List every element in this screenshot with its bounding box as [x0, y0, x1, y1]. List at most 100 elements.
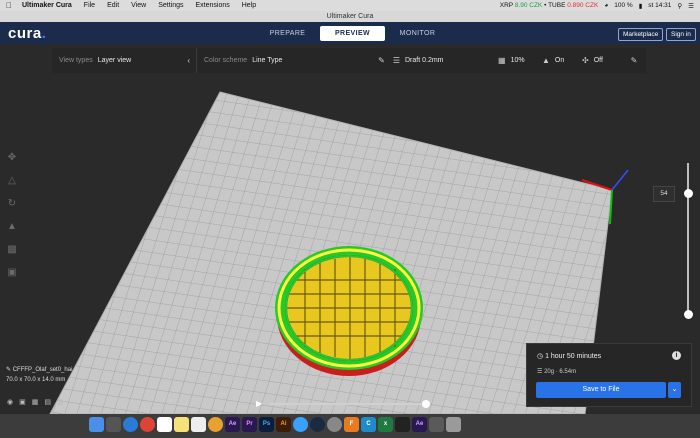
cura-dock-icon[interactable]: C: [361, 417, 376, 432]
apple-icon[interactable]: : [6, 1, 16, 10]
wifi-icon[interactable]: ◕: [604, 2, 608, 9]
color-scheme-label: Color scheme: [204, 57, 248, 64]
profile-selector[interactable]: Draft 0.2mm: [400, 48, 498, 73]
support-setting[interactable]: ▲ On: [542, 48, 582, 73]
edit-settings-icon[interactable]: ✎: [631, 56, 638, 65]
ticker-separator: •: [544, 2, 547, 9]
notes-icon[interactable]: [174, 417, 189, 432]
simulation-bar: ▶: [256, 399, 431, 408]
view-top-icon[interactable]: ▦: [32, 398, 39, 406]
view-right-icon[interactable]: ▥: [57, 398, 64, 406]
support-blocker-icon[interactable]: ▣: [5, 267, 19, 284]
layer-number-input[interactable]: 54: [653, 186, 675, 202]
cura-logo: cura.: [8, 25, 46, 42]
settings-edit[interactable]: ✎: [622, 48, 646, 73]
fusion-icon[interactable]: F: [344, 417, 359, 432]
finder-icon[interactable]: [89, 417, 104, 432]
chevron-left-icon[interactable]: ‹: [187, 56, 190, 65]
chrome-icon[interactable]: [140, 417, 155, 432]
control-center-icon[interactable]: ☰: [688, 2, 694, 10]
infill-setting[interactable]: ▦ 10%: [498, 48, 542, 73]
view-types-value: Layer view: [97, 57, 132, 64]
logo-text: cura: [8, 25, 42, 42]
menu-app-name[interactable]: Ultimaker Cura: [22, 2, 72, 9]
view-left-icon[interactable]: ▤: [44, 398, 51, 406]
info-icon[interactable]: i: [672, 351, 681, 360]
play-icon[interactable]: ▶: [256, 399, 262, 408]
reminders-icon[interactable]: [191, 417, 206, 432]
tab-preview[interactable]: PREVIEW: [320, 26, 385, 41]
mirror-tool-icon[interactable]: ▲: [5, 221, 19, 238]
per-model-settings-icon[interactable]: ▩: [5, 244, 19, 261]
photoshop-icon[interactable]: Ps: [259, 417, 274, 432]
dock-icons: Ae Pr Ps Ai F C x Ae: [89, 417, 461, 432]
excel-icon[interactable]: x: [378, 417, 393, 432]
move-tool-icon[interactable]: ✥: [5, 152, 19, 169]
menu-view[interactable]: View: [131, 2, 146, 9]
layer-slider-bottom-handle[interactable]: [684, 310, 693, 319]
infill-value: 10%: [510, 57, 525, 64]
print-output-panel: ◷ 1 hour 50 minutes i ☰ 20g · 6.54m Save…: [526, 343, 692, 407]
menu-help[interactable]: Help: [242, 2, 256, 9]
layer-slider-track[interactable]: [687, 163, 689, 313]
ticker-xrp[interactable]: XRP 8.90 CZK • TUBE 0.890 CZK: [500, 2, 599, 9]
ticker-tube-value: 0.890 CZK: [567, 2, 599, 9]
trash-icon[interactable]: [446, 417, 461, 432]
path-slider-handle[interactable]: [422, 400, 430, 408]
menu-edit[interactable]: Edit: [107, 2, 119, 9]
terminal-icon[interactable]: [395, 417, 410, 432]
search-icon[interactable]: ⚲: [677, 2, 682, 10]
view-front-icon[interactable]: ▣: [19, 398, 26, 406]
color-scheme-edit[interactable]: ✎ ☰: [322, 48, 400, 73]
stage-tabs: PREPARE PREVIEW MONITOR: [255, 26, 450, 41]
scale-tool-icon[interactable]: △: [5, 175, 19, 192]
rotate-tool-icon[interactable]: ↻: [5, 198, 19, 215]
illustrator-icon[interactable]: Ai: [276, 417, 291, 432]
marketplace-button[interactable]: Marketplace: [618, 28, 664, 41]
mac-dock: Ae Pr Ps Ai F C x Ae: [0, 414, 700, 438]
clock[interactable]: st 14:31: [648, 2, 671, 9]
menubar-status: XRP 8.90 CZK • TUBE 0.890 CZK ◕ 100 % ▮ …: [500, 0, 694, 11]
menu-settings[interactable]: Settings: [158, 2, 183, 9]
pencil-icon[interactable]: ✎: [378, 56, 385, 65]
battery-icon[interactable]: ▮: [639, 2, 643, 10]
tab-prepare[interactable]: PREPARE: [255, 26, 320, 41]
ticker-tube-label: TUBE: [548, 2, 566, 9]
support-icon: ▲: [542, 56, 550, 65]
view-3d-icon[interactable]: ◉: [7, 398, 13, 406]
after-effects-icon[interactable]: Ae: [225, 417, 240, 432]
color-scheme-selector[interactable]: Color scheme Line Type: [197, 48, 322, 73]
launchpad-icon[interactable]: [106, 417, 121, 432]
chevron-down-icon[interactable]: ⌄: [668, 382, 681, 398]
tab-monitor[interactable]: MONITOR: [385, 26, 450, 41]
premiere-icon[interactable]: Pr: [242, 417, 257, 432]
adhesion-value: Off: [593, 57, 603, 64]
steam-icon[interactable]: [310, 417, 325, 432]
preferences-icon[interactable]: [327, 417, 342, 432]
menu-extensions[interactable]: Extensions: [195, 2, 229, 9]
view-orientation-buttons: ◉ ▣ ▦ ▤ ▥: [7, 398, 64, 406]
print-time-row: ◷ 1 hour 50 minutes: [537, 352, 601, 360]
battery-label[interactable]: 100 %: [614, 2, 632, 9]
messages-icon[interactable]: [293, 417, 308, 432]
left-toolbar: ✥ △ ↻ ▲ ▩ ▣: [5, 152, 19, 290]
calendar-icon[interactable]: [157, 417, 172, 432]
downloads-icon[interactable]: [429, 417, 444, 432]
path-slider-track[interactable]: [270, 403, 426, 405]
profile-icon: ☰: [392, 56, 400, 65]
menu-file[interactable]: File: [84, 2, 95, 9]
layer-slider-top-handle[interactable]: [684, 189, 693, 198]
object-edit-icon[interactable]: ✎: [6, 367, 11, 373]
adhesion-setting[interactable]: ✣ Off: [582, 48, 622, 73]
view-types-selector[interactable]: View types Layer view ‹: [52, 48, 196, 73]
safari-icon[interactable]: [123, 417, 138, 432]
photos-icon[interactable]: [208, 417, 223, 432]
profile-label: Draft 0.2mm: [405, 57, 444, 64]
cura-header: cura. PREPARE PREVIEW MONITOR Marketplac…: [0, 22, 700, 44]
window-title: Ultimaker Cura: [326, 13, 374, 20]
sign-in-button[interactable]: Sign in: [666, 28, 696, 41]
print-time: 1 hour 50 minutes: [545, 353, 602, 360]
axis-z-line: [611, 169, 629, 191]
after-effects-running-icon[interactable]: Ae: [412, 417, 427, 432]
save-to-file-button[interactable]: Save to File: [536, 382, 666, 398]
